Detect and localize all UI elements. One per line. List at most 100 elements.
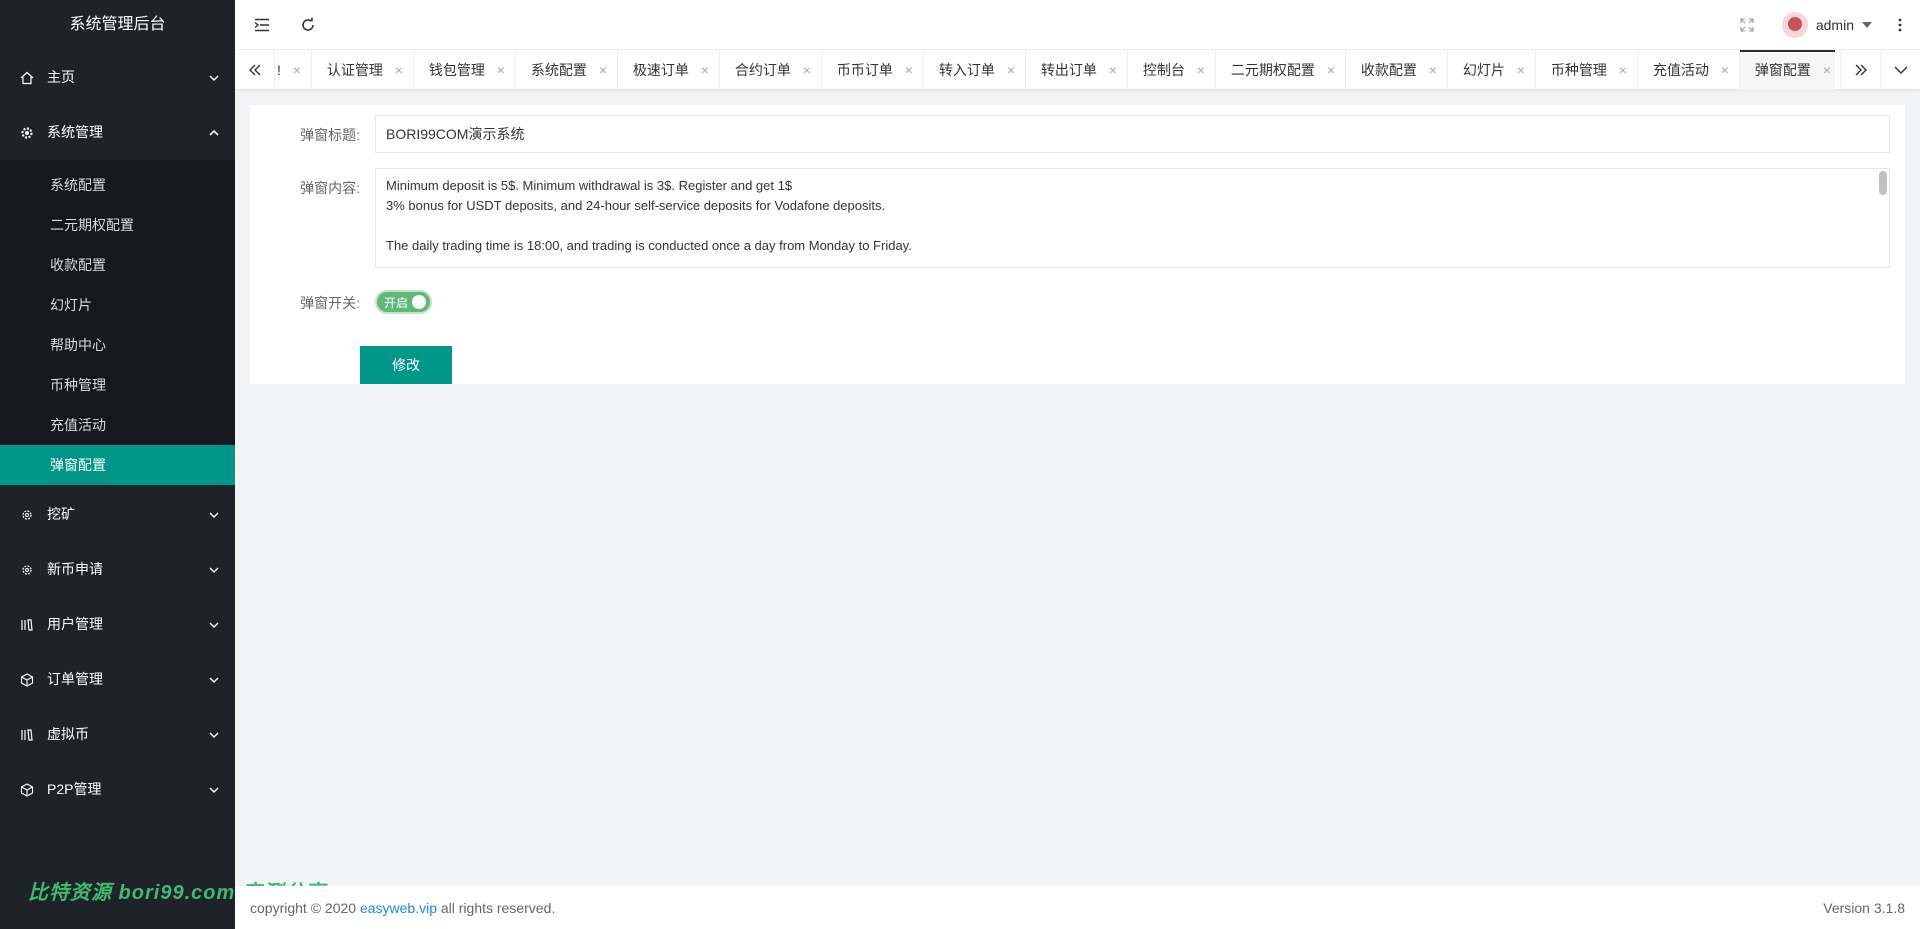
chevron-down-icon xyxy=(209,487,219,542)
close-icon[interactable]: × xyxy=(599,50,607,90)
chevron-down-icon xyxy=(209,542,219,597)
fullscreen-icon xyxy=(1740,18,1754,32)
collapse-sidebar-button[interactable] xyxy=(242,0,282,50)
popup-content-textarea[interactable]: Minimum deposit is 5$. Minimum withdrawa… xyxy=(375,168,1890,268)
chevron-down-icon xyxy=(1894,66,1908,74)
home-icon xyxy=(19,50,35,105)
close-icon[interactable]: × xyxy=(1429,50,1437,90)
chevron-down-icon xyxy=(209,707,219,762)
sidebar-item-new-coin-application[interactable]: 新币申请 xyxy=(0,542,235,597)
tab-binary-options-config[interactable]: 二元期权配置 × xyxy=(1216,50,1346,90)
tab-label: 弹窗配置 xyxy=(1754,62,1811,78)
sidebar-item-label: 订单管理 xyxy=(47,671,103,687)
tab-label: 二元期权配置 xyxy=(1230,62,1315,78)
app-logo-title: 系统管理后台 xyxy=(0,0,235,50)
close-icon[interactable]: × xyxy=(1721,50,1729,90)
tab-label: 币种管理 xyxy=(1550,62,1607,78)
chevron-up-icon xyxy=(209,105,219,160)
textarea-scrollbar[interactable] xyxy=(1879,171,1887,195)
tab-popup-config[interactable]: 弹窗配置 × xyxy=(1739,50,1835,90)
tab-label: 转入订单 xyxy=(938,62,995,78)
close-icon[interactable]: × xyxy=(905,50,913,90)
tab-label: 转出订单 xyxy=(1040,62,1097,78)
tab-payment-config[interactable]: 收款配置 × xyxy=(1346,50,1448,90)
tab-system-config[interactable]: 系统配置 × xyxy=(516,50,618,90)
tab-label: 钱包管理 xyxy=(428,62,485,78)
sidebar-subitem-currency-management[interactable]: 币种管理 xyxy=(0,365,235,405)
book-icon xyxy=(19,597,35,652)
tab-transfer-out-orders[interactable]: 转出订单 × xyxy=(1026,50,1128,90)
sidebar-item-label: 挖矿 xyxy=(47,506,75,522)
sidebar: 系统管理后台 主页 系统管理 系统配置 二元期权配置 收款配置 幻灯片 帮助中心… xyxy=(0,0,325,929)
tab-wallet-management[interactable]: 钱包管理 × xyxy=(414,50,516,90)
content-line: 3% bonus for USDT deposits, and 24-hour … xyxy=(386,198,886,213)
double-chevron-right-icon xyxy=(1854,64,1868,76)
sidebar-item-user-management[interactable]: 用户管理 xyxy=(0,597,235,652)
sidebar-item-order-management[interactable]: 订单管理 xyxy=(0,652,235,707)
switch-state-text: 开启 xyxy=(384,295,409,310)
sidebar-item-virtual-currency[interactable]: 虚拟币 xyxy=(0,707,235,762)
sidebar-item-system[interactable]: 系统管理 xyxy=(0,105,235,160)
close-icon[interactable]: × xyxy=(293,50,301,90)
copyright-text: copyright © 2020 xyxy=(250,899,360,916)
sidebar-item-p2p-management[interactable]: P2P管理 xyxy=(0,762,235,817)
tabs-scroll-right-button[interactable] xyxy=(1840,50,1880,90)
tab-auth-management[interactable]: 认证管理 × xyxy=(312,50,414,90)
tabs-scroll-left-button[interactable] xyxy=(235,50,275,90)
tab-partial[interactable]: ! × xyxy=(275,50,312,90)
sidebar-subitem-binary-options-config[interactable]: 二元期权配置 xyxy=(0,205,235,245)
close-icon[interactable]: × xyxy=(497,50,505,90)
tab-label: 幻灯片 xyxy=(1462,62,1505,78)
tab-currency-management[interactable]: 币种管理 × xyxy=(1536,50,1638,90)
user-menu[interactable]: admin xyxy=(1781,0,1872,50)
close-icon[interactable]: × xyxy=(1327,50,1335,90)
sidebar-subitem-recharge-activity[interactable]: 充值活动 xyxy=(0,405,235,445)
sidebar-subitem-popup-config[interactable]: 弹窗配置 xyxy=(0,445,235,485)
close-icon[interactable]: × xyxy=(1197,50,1205,90)
close-icon[interactable]: × xyxy=(803,50,811,90)
tabs-dropdown-button[interactable] xyxy=(1880,50,1920,90)
tab-express-orders[interactable]: 极速订单 × xyxy=(618,50,720,90)
sidebar-item-mining[interactable]: 挖矿 xyxy=(0,487,235,542)
sidebar-subitem-slideshow[interactable]: 幻灯片 xyxy=(0,285,235,325)
tab-coin-orders[interactable]: 币币订单 × xyxy=(822,50,924,90)
close-icon[interactable]: × xyxy=(1619,50,1627,90)
chevron-down-icon xyxy=(209,762,219,817)
page-tabs-bar: ! × 认证管理 × 钱包管理 × 系统配置 × 极速订单 × 合约订单 × 币币订单 × 转… xyxy=(235,50,1920,90)
sidebar-subitem-system-config[interactable]: 系统配置 xyxy=(0,165,235,205)
settings-alt-icon xyxy=(19,542,35,597)
close-icon[interactable]: × xyxy=(1109,50,1117,90)
refresh-button[interactable] xyxy=(288,0,328,50)
popup-config-form: 弹窗标题: BORI99COM演示系统 弹窗内容: Minimum deposi… xyxy=(250,105,1905,384)
tab-contract-orders[interactable]: 合约订单 × xyxy=(720,50,822,90)
copyright-suffix: all rights reserved. xyxy=(436,899,556,916)
tab-recharge-activity[interactable]: 充值活动 × xyxy=(1638,50,1740,90)
tab-label: 充值活动 xyxy=(1652,62,1709,78)
close-icon[interactable]: × xyxy=(395,50,403,90)
tab-slideshow[interactable]: 幻灯片 × xyxy=(1448,50,1536,90)
submit-button[interactable]: 修改 xyxy=(360,346,452,384)
more-options-button[interactable] xyxy=(1880,0,1920,50)
sidebar-item-label: 虚拟币 xyxy=(47,726,89,742)
close-icon[interactable]: × xyxy=(1517,50,1525,90)
close-icon[interactable]: × xyxy=(1823,50,1831,90)
close-icon[interactable]: × xyxy=(701,50,709,90)
top-header: admin xyxy=(235,0,1920,50)
footer-link[interactable]: easyweb.vip xyxy=(360,900,437,916)
double-chevron-left-icon xyxy=(248,64,262,76)
close-icon[interactable]: × xyxy=(1007,50,1015,90)
tab-console[interactable]: 控制台 × xyxy=(1128,50,1216,90)
sidebar-item-home[interactable]: 主页 xyxy=(0,50,235,105)
chevron-down-icon xyxy=(209,652,219,707)
avatar xyxy=(1781,12,1808,38)
tab-transfer-in-orders[interactable]: 转入订单 × xyxy=(924,50,1026,90)
tab-label: 系统配置 xyxy=(530,62,587,78)
sidebar-subitem-help-center[interactable]: 帮助中心 xyxy=(0,325,235,365)
popup-title-input[interactable]: BORI99COM演示系统 xyxy=(375,115,1890,153)
caret-down-icon xyxy=(1862,22,1872,28)
sidebar-subitem-payment-config[interactable]: 收款配置 xyxy=(0,245,235,285)
tab-label: 极速订单 xyxy=(632,62,689,78)
popup-switch-toggle[interactable]: 开启 xyxy=(375,290,432,314)
chevron-down-icon xyxy=(209,50,219,105)
fullscreen-button[interactable] xyxy=(1727,0,1767,50)
